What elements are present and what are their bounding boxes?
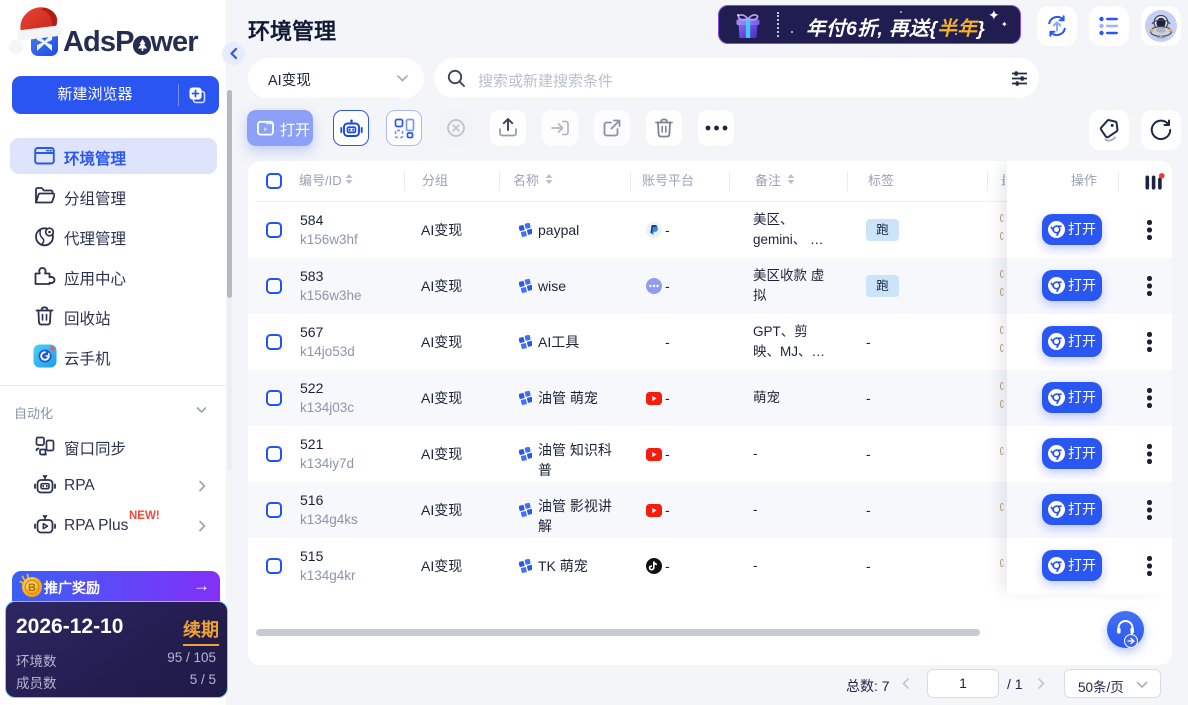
svg-text:B: B [28,582,36,594]
